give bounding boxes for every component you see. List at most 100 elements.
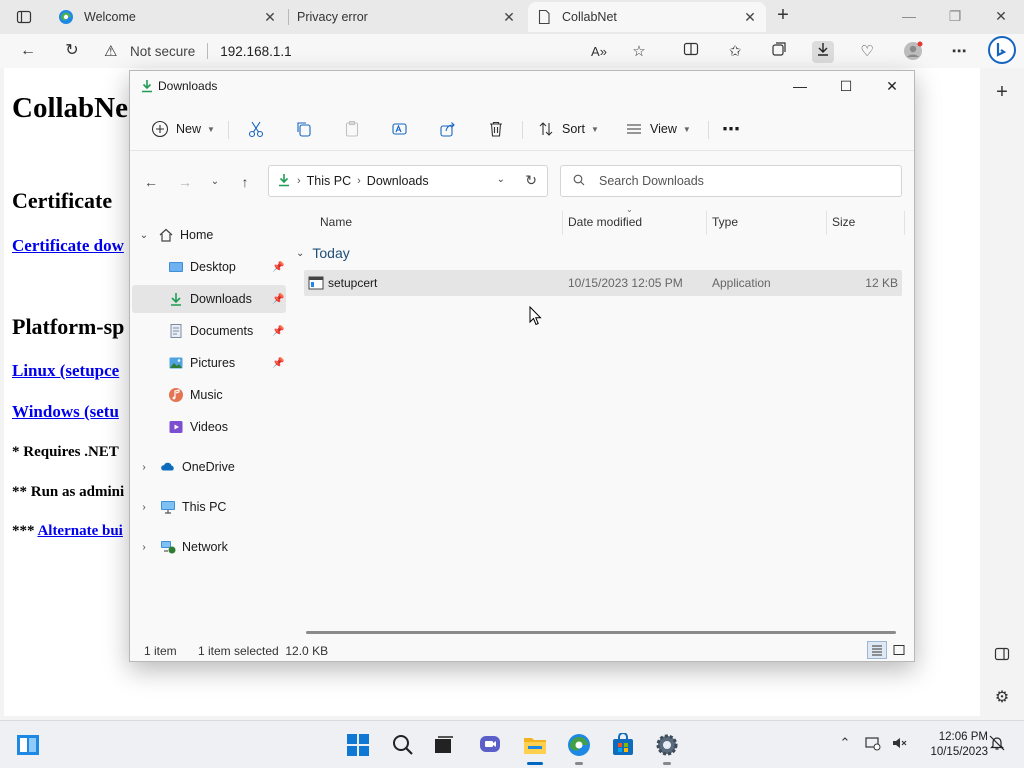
tab-collabnet[interactable]: CollabNet ✕ <box>528 2 766 32</box>
sort-button[interactable]: Sort ▼ <box>536 117 599 141</box>
maximize-icon[interactable]: ☐ <box>826 75 866 97</box>
url-text[interactable]: 192.168.1.1 <box>220 44 291 59</box>
split-screen-icon[interactable] <box>680 41 702 63</box>
task-view-icon[interactable] <box>14 731 42 759</box>
group-header-today[interactable]: ⌄ Today <box>296 245 350 261</box>
search-box[interactable] <box>560 165 902 197</box>
column-header-date[interactable]: Date modified <box>568 215 642 229</box>
nav-item-downloads[interactable]: Downloads 📌 <box>132 285 286 313</box>
close-tab-icon[interactable]: ✕ <box>742 9 758 26</box>
copy-icon[interactable] <box>292 117 316 141</box>
column-divider[interactable] <box>904 211 905 235</box>
new-button[interactable]: New ▼ <box>150 117 215 141</box>
minimize-icon[interactable]: — <box>886 4 932 30</box>
volume-muted-icon[interactable] <box>890 735 908 753</box>
expand-chevron-icon[interactable]: › <box>138 502 150 513</box>
refresh-icon[interactable]: ↻ <box>60 39 84 63</box>
tab-privacy-error[interactable]: Privacy error ✕ <box>289 2 525 32</box>
breadcrumb-downloads[interactable]: Downloads <box>367 174 429 188</box>
nav-item-this-pc[interactable]: › This PC <box>132 493 286 521</box>
settings-gear-icon[interactable]: ⚙ <box>990 686 1014 710</box>
cut-icon[interactable] <box>244 117 268 141</box>
favorite-star-icon[interactable]: ☆ <box>628 41 650 63</box>
collections-icon[interactable] <box>768 41 790 63</box>
pin-icon[interactable]: 📌 <box>272 294 284 305</box>
browser-essentials-icon[interactable]: ♡ <box>856 41 878 63</box>
file-explorer-taskbar-icon[interactable] <box>521 731 549 765</box>
column-header-name[interactable]: Name <box>320 215 352 229</box>
windows-start-icon[interactable] <box>344 731 372 759</box>
breadcrumb-this-pc[interactable]: This PC <box>307 174 351 188</box>
system-clock[interactable]: 12:06 PM 10/15/2023 <box>916 730 988 760</box>
close-icon[interactable]: ✕ <box>872 75 912 97</box>
windows-download-link[interactable]: Windows (setu <box>12 402 119 422</box>
expand-chevron-icon[interactable]: › <box>138 542 150 553</box>
back-arrow-icon[interactable]: ← <box>142 173 160 191</box>
share-icon[interactable] <box>436 117 460 141</box>
nav-item-home[interactable]: ⌄ Home <box>132 221 286 249</box>
back-arrow-icon[interactable]: ← <box>16 39 40 63</box>
notification-icon[interactable] <box>988 735 1006 753</box>
task-switcher-icon[interactable] <box>430 731 458 759</box>
show-hidden-icons-chevron-icon[interactable]: ⌃ <box>836 735 854 753</box>
horizontal-scrollbar[interactable] <box>306 631 896 634</box>
nav-item-videos[interactable]: Videos <box>132 413 286 441</box>
nav-item-pictures[interactable]: Pictures 📌 <box>132 349 286 377</box>
search-input[interactable] <box>599 174 879 188</box>
view-button[interactable]: View ▼ <box>624 117 691 141</box>
column-divider[interactable] <box>826 211 827 235</box>
more-options-icon[interactable]: ⋯ <box>948 41 970 63</box>
up-arrow-icon[interactable]: ↑ <box>236 173 254 191</box>
column-header-size[interactable]: Size <box>832 215 855 229</box>
collapse-chevron-icon[interactable]: ⌄ <box>296 248 304 259</box>
downloads-icon[interactable] <box>812 41 834 63</box>
rename-icon[interactable] <box>388 117 412 141</box>
pin-icon[interactable]: 📌 <box>272 326 284 337</box>
read-aloud-icon[interactable]: A» <box>588 41 610 63</box>
pin-icon[interactable]: 📌 <box>272 358 284 369</box>
add-sidebar-icon[interactable]: + <box>990 80 1014 104</box>
column-divider[interactable] <box>562 211 563 235</box>
expand-chevron-icon[interactable]: › <box>138 462 150 473</box>
settings-gear-icon[interactable] <box>653 731 681 765</box>
nav-item-network[interactable]: › Network <box>132 533 286 561</box>
linux-download-link[interactable]: Linux (setupce <box>12 361 119 381</box>
chevron-down-icon[interactable]: ⌄ <box>497 174 505 185</box>
close-icon[interactable]: ✕ <box>978 4 1024 30</box>
table-row[interactable]: setupcert 10/15/2023 12:05 PM Applicatio… <box>304 270 902 296</box>
bing-copilot-icon[interactable] <box>988 36 1016 64</box>
tab-welcome[interactable]: Welcome ✕ <box>50 2 286 32</box>
pin-icon[interactable]: 📌 <box>272 262 284 273</box>
nav-item-onedrive[interactable]: › OneDrive <box>132 453 286 481</box>
store-icon[interactable] <box>609 731 637 759</box>
nav-item-documents[interactable]: Documents 📌 <box>132 317 286 345</box>
forward-arrow-icon[interactable]: → <box>176 173 194 191</box>
alternate-build-link[interactable]: Alternate bui <box>37 523 122 539</box>
close-tab-icon[interactable]: ✕ <box>262 9 278 26</box>
paste-icon[interactable] <box>340 117 364 141</box>
breadcrumb[interactable]: › This PC › Downloads ⌄ ↻ <box>268 165 548 197</box>
refresh-icon[interactable]: ↻ <box>525 172 537 189</box>
network-status-icon[interactable] <box>864 735 882 753</box>
nav-item-desktop[interactable]: Desktop 📌 <box>132 253 286 281</box>
restore-icon[interactable]: ❐ <box>932 4 978 30</box>
delete-trash-icon[interactable] <box>484 117 508 141</box>
nav-item-music[interactable]: Music <box>132 381 286 409</box>
certificate-download-link[interactable]: Certificate dow <box>12 236 124 256</box>
chat-icon[interactable] <box>476 731 504 759</box>
expand-chevron-icon[interactable]: ⌄ <box>138 230 150 241</box>
sidebar-toggle-icon[interactable] <box>990 646 1014 670</box>
address-bar[interactable]: ⚠ Not secure 192.168.1.1 <box>104 38 664 64</box>
minimize-icon[interactable]: — <box>780 75 820 97</box>
security-label[interactable]: Not secure <box>130 44 195 59</box>
column-divider[interactable] <box>706 211 707 235</box>
details-view-icon[interactable] <box>867 641 887 659</box>
tab-actions-icon[interactable] <box>8 6 40 28</box>
profile-avatar-icon[interactable] <box>902 41 924 63</box>
edge-browser-icon[interactable] <box>565 731 593 765</box>
new-tab-button[interactable]: + <box>772 5 794 27</box>
favorites-icon[interactable]: ✩ <box>724 41 746 63</box>
warning-icon[interactable]: ⚠ <box>104 42 122 60</box>
see-more-button[interactable]: ⋯ <box>722 117 740 141</box>
recent-locations-chevron-icon[interactable]: ⌄ <box>206 173 224 191</box>
